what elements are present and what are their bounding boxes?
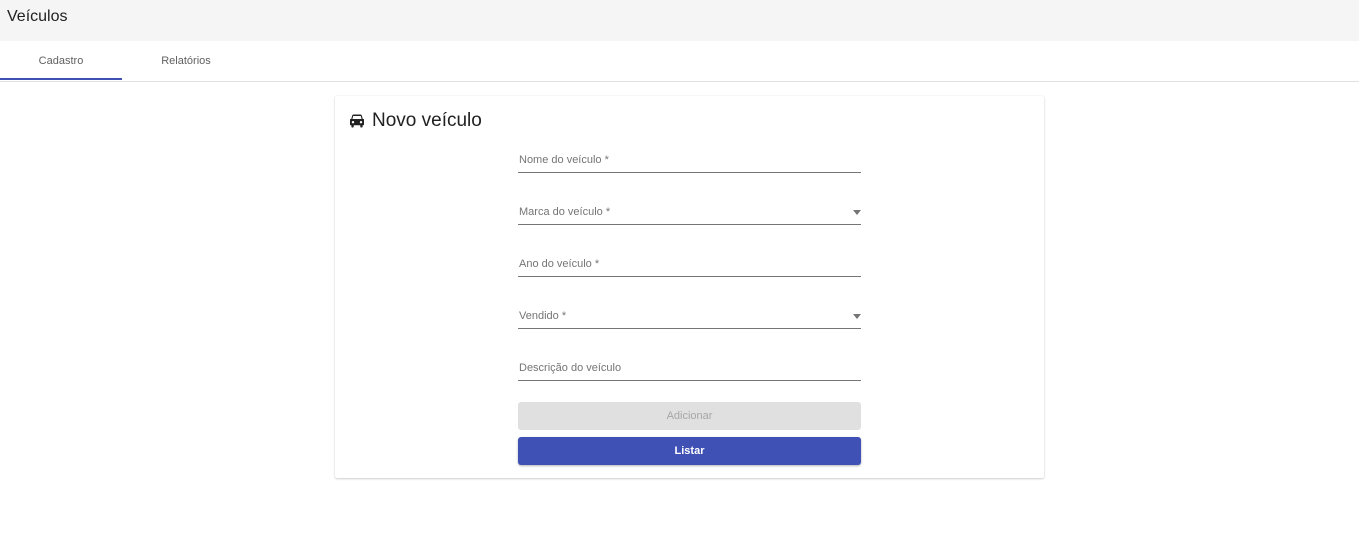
- vehicle-brand-select[interactable]: Marca do veículo *: [518, 204, 861, 225]
- sold-select[interactable]: Vendido *: [518, 308, 861, 329]
- list-button[interactable]: Listar: [518, 437, 861, 465]
- app-header: Veículos: [0, 0, 1359, 41]
- car-icon: [349, 113, 365, 129]
- vehicle-brand-label: Marca do veículo *: [519, 206, 611, 218]
- tab-bar: Cadastro Relatórios: [0, 41, 1359, 82]
- chevron-down-icon[interactable]: [853, 314, 861, 319]
- vehicle-year-field[interactable]: Ano do veículo *: [518, 256, 861, 277]
- tab-cadastro[interactable]: Cadastro: [0, 41, 122, 81]
- tab-relatorios[interactable]: Relatórios: [126, 41, 246, 81]
- vehicle-name-input[interactable]: [518, 152, 861, 172]
- new-vehicle-card: Novo veículo Nome do veículo * Marca do …: [335, 96, 1044, 478]
- vehicle-description-field[interactable]: Descrição do veículo: [518, 360, 861, 381]
- add-button[interactable]: Adicionar: [518, 402, 861, 430]
- chevron-down-icon[interactable]: [853, 210, 861, 215]
- vehicle-name-field[interactable]: Nome do veículo *: [518, 152, 861, 173]
- active-tab-indicator: [0, 78, 122, 80]
- card-title: Novo veículo: [349, 109, 482, 133]
- vehicle-description-input[interactable]: [518, 360, 861, 380]
- sold-label: Vendido *: [519, 310, 567, 322]
- card-title-text: Novo veículo: [372, 110, 482, 131]
- vehicle-year-input[interactable]: [518, 256, 861, 276]
- app-title: Veículos: [7, 8, 68, 25]
